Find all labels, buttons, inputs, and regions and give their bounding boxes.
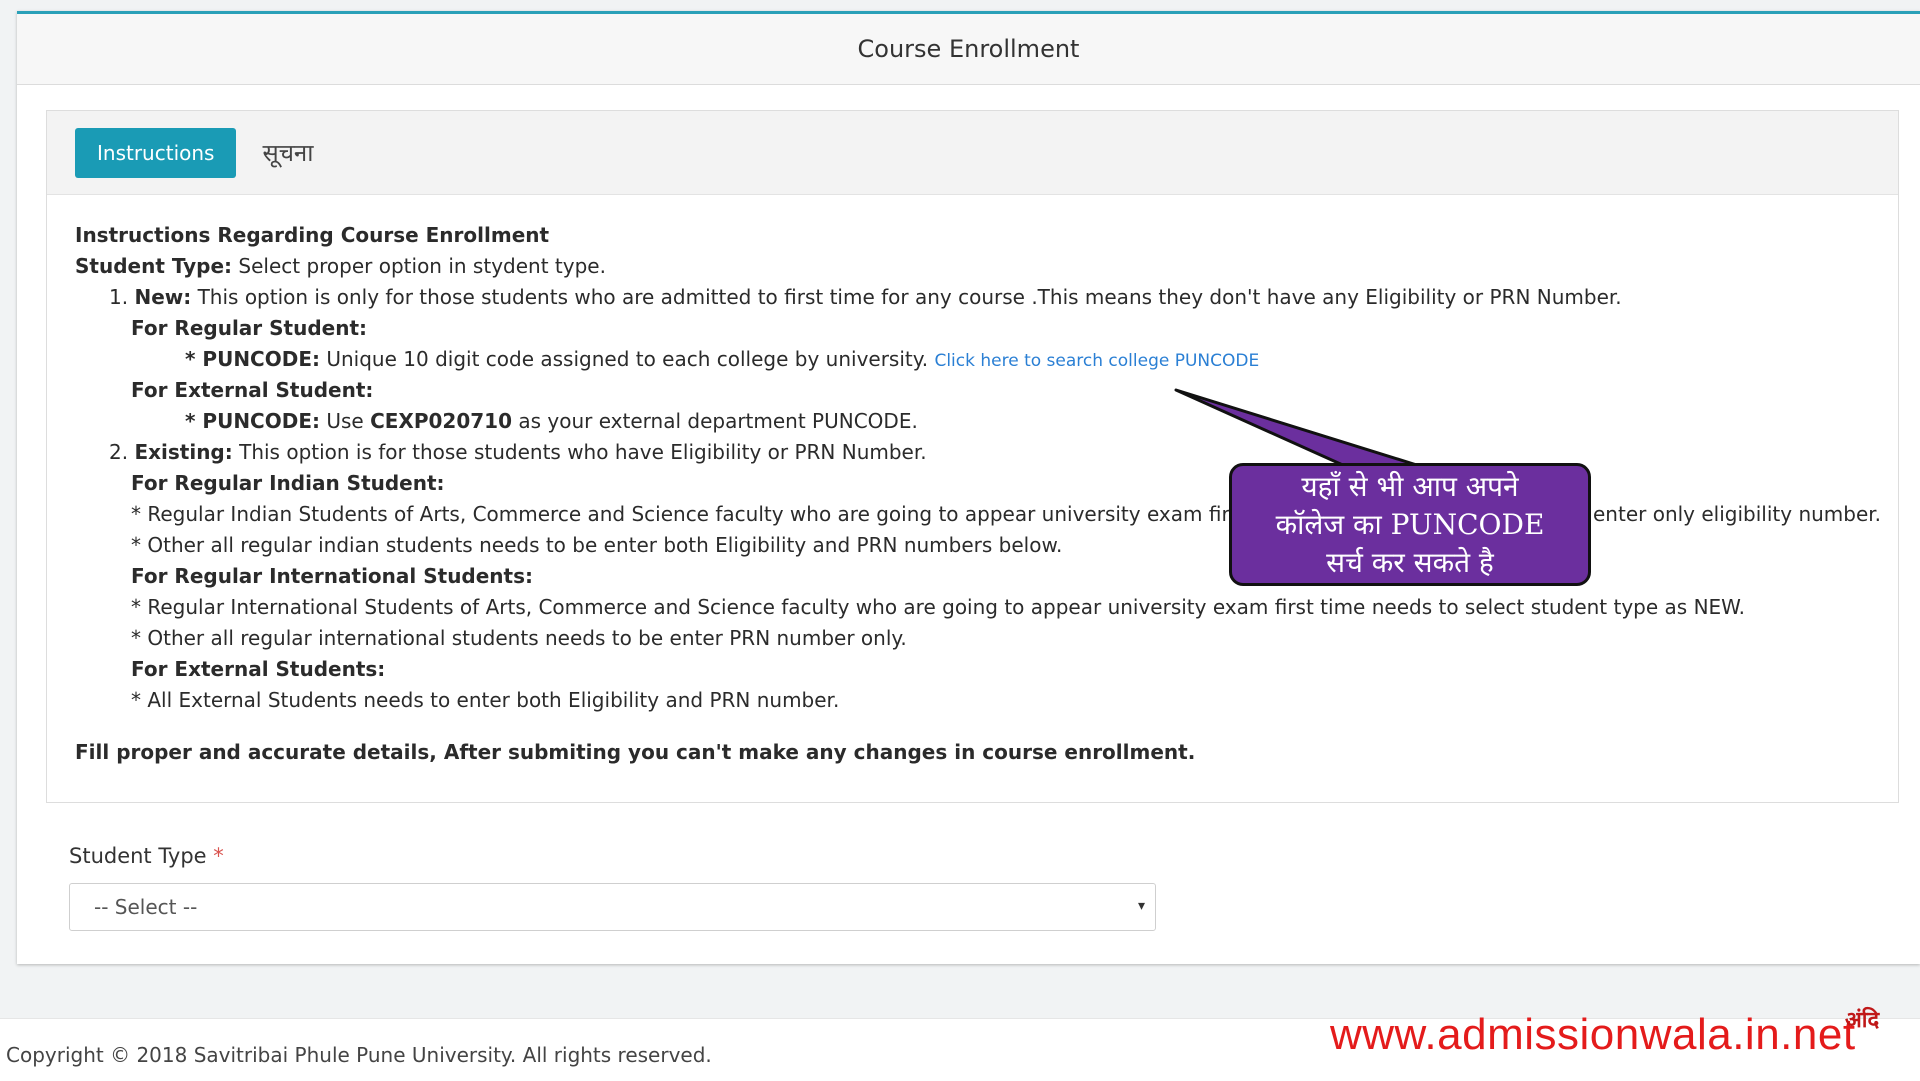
for-regular-international: For Regular International Students: <box>131 564 534 588</box>
new-option-line: 1. New: This option is only for those st… <box>109 283 1622 311</box>
callout-box: यहाँ से भी आप अपने कॉलेज का PUNCODE सर्च… <box>1229 463 1591 586</box>
puncode-external-post: as your external department PUNCODE. <box>512 409 918 433</box>
ext-line-1: * All External Students needs to enter b… <box>131 688 840 712</box>
copyright-text: Copyright © 2018 Savitribai Phule Pune U… <box>6 1043 712 1067</box>
existing-label: Existing: <box>134 440 233 464</box>
for-external-student: For External Student: <box>131 378 374 402</box>
select-value: -- Select -- <box>94 895 198 919</box>
new-label: New: <box>134 285 192 309</box>
puncode-label-ext: PUNCODE: <box>202 409 320 433</box>
instructions-heading: Instructions Regarding Course Enrollment <box>75 223 550 247</box>
external-code: CEXP020710 <box>370 409 512 433</box>
callout-line-1: यहाँ से भी आप अपने <box>1301 470 1519 503</box>
puncode-regular-line: * PUNCODE: Unique 10 digit code assigned… <box>185 345 1259 375</box>
final-note: Fill proper and accurate details, After … <box>75 740 1196 764</box>
intl-line-1: * Regular International Students of Arts… <box>131 595 1746 619</box>
puncode-label: PUNCODE: <box>202 347 320 371</box>
student-type-label-text: Student Type <box>69 844 207 868</box>
tab-bar: Instructions सूचना <box>47 111 1898 195</box>
puncode-external-line: * PUNCODE: Use CEXP020710 as your extern… <box>185 407 918 435</box>
indian-line-1a: * Regular Indian Students of Arts, Comme… <box>131 502 1230 526</box>
page-title: Course Enrollment <box>857 35 1080 63</box>
existing-option-line: 2. Existing: This option is for those st… <box>109 438 927 466</box>
new-text: This option is only for those students w… <box>191 285 1622 309</box>
student-type-line: Student Type: Select proper option in st… <box>75 252 606 280</box>
for-regular-student: For Regular Student: <box>131 316 367 340</box>
puncode-star-ext: * <box>185 409 203 433</box>
puncode-star: * <box>185 347 203 371</box>
intl-line-2: * Other all regular international studen… <box>131 626 907 650</box>
for-external-students: For External Students: <box>131 657 386 681</box>
puncode-external-pre: Use <box>320 409 371 433</box>
existing-number: 2. <box>109 440 129 464</box>
puncode-regular-text: Unique 10 digit code assigned to each co… <box>320 347 935 371</box>
watermark-logo: अंदि <box>1845 1008 1880 1033</box>
indian-line-1b: enter only eligibility number. <box>1593 502 1882 526</box>
enrollment-card: Course Enrollment Instructions सूचना Ins… <box>17 11 1920 964</box>
chevron-down-icon: ▾ <box>1137 898 1145 914</box>
new-number: 1. <box>109 285 129 309</box>
student-type-text: Select proper option in stydent type. <box>232 254 606 278</box>
required-mark: * <box>213 844 224 868</box>
tab-instructions[interactable]: Instructions <box>75 127 237 178</box>
student-type-select[interactable]: -- Select -- ▾ <box>69 883 1156 931</box>
callout-line-3: सर्च कर सकते है <box>1326 546 1494 579</box>
watermark-text: www.admissionwala.in.net <box>1330 1010 1856 1059</box>
callout-line-2: कॉलेज का PUNCODE <box>1275 508 1545 541</box>
student-type-field-label: Student Type * <box>69 844 224 868</box>
instructions-panel: Instructions सूचना Instructions Regardin… <box>46 110 1899 803</box>
existing-text: This option is for those students who ha… <box>232 440 927 464</box>
indian-line-2: * Other all regular indian students need… <box>131 533 1063 557</box>
for-regular-indian: For Regular Indian Student: <box>131 471 445 495</box>
student-type-label: Student Type: <box>75 254 233 278</box>
search-puncode-link[interactable]: Click here to search college PUNCODE <box>934 351 1259 371</box>
tab-suchna[interactable]: सूचना <box>262 136 313 169</box>
card-header: Course Enrollment <box>17 14 1920 85</box>
